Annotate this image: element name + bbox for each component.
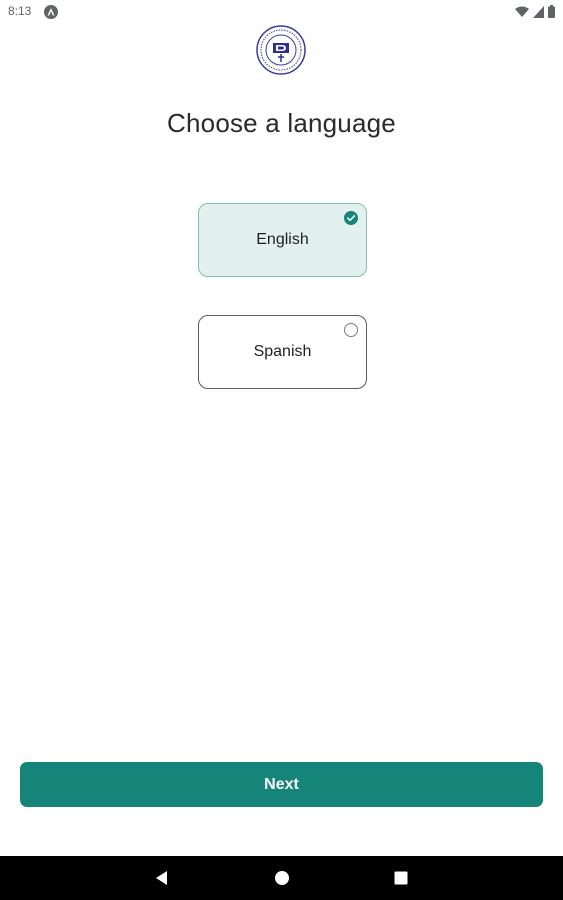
home-icon[interactable] bbox=[274, 870, 292, 886]
status-bar: 8:13 bbox=[0, 0, 563, 24]
wifi-icon bbox=[515, 6, 529, 17]
organization-seal-logo bbox=[255, 24, 307, 76]
language-option-english[interactable]: English bbox=[198, 203, 367, 277]
radio-unchecked-icon bbox=[344, 323, 358, 337]
next-button[interactable]: Next bbox=[20, 762, 543, 807]
app-notification-icon bbox=[44, 5, 58, 19]
battery-icon bbox=[548, 5, 555, 18]
system-navigation-bar bbox=[0, 856, 563, 900]
page-title: Choose a language bbox=[167, 108, 396, 138]
checkmark-circle-icon bbox=[344, 211, 358, 225]
status-icons bbox=[515, 5, 555, 18]
recents-icon[interactable] bbox=[394, 870, 412, 886]
status-time: 8:13 bbox=[8, 4, 32, 18]
signal-icon bbox=[533, 5, 544, 18]
language-option-spanish[interactable]: Spanish bbox=[198, 315, 367, 389]
language-label-spanish: Spanish bbox=[253, 343, 312, 360]
language-label-english: English bbox=[256, 231, 309, 248]
back-icon[interactable] bbox=[155, 870, 173, 886]
